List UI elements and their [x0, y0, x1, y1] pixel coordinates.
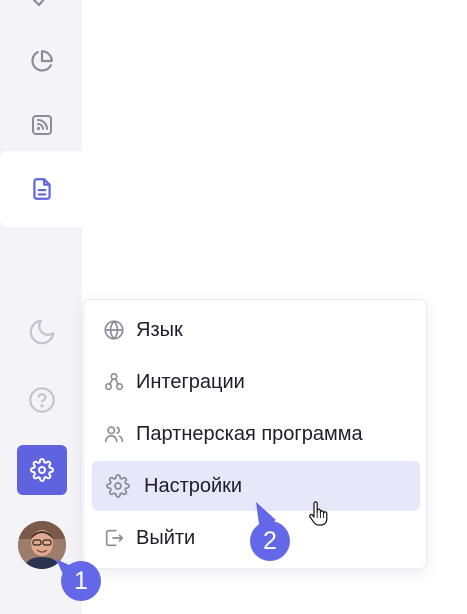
menu-item-label: Интеграции [136, 370, 245, 393]
menu-item-integrations[interactable]: Интеграции [92, 359, 420, 405]
globe-icon [92, 319, 136, 341]
menu-item-language[interactable]: Язык [92, 307, 420, 353]
menu-item-label: Язык [136, 318, 183, 341]
partners-icon [92, 423, 136, 445]
integrations-icon [92, 371, 136, 393]
document-icon [33, 178, 51, 200]
step-2-badge: 2 [250, 521, 290, 561]
gear-icon [30, 458, 54, 482]
rss-feed-icon[interactable] [17, 100, 67, 150]
settings-button[interactable] [17, 445, 67, 495]
sidebar-item-documents[interactable] [0, 151, 84, 227]
moon-icon[interactable] [17, 307, 67, 357]
menu-item-label: Партнерская программа [136, 422, 363, 445]
menu-item-partner-program[interactable]: Партнерская программа [92, 411, 420, 457]
menu-item-label: Настройки [144, 474, 243, 497]
pie-chart-icon[interactable] [17, 36, 67, 86]
logout-icon [92, 527, 136, 549]
sidebar [0, 0, 84, 614]
hand-cursor-icon [309, 501, 328, 526]
gear-icon [92, 474, 144, 498]
checkmark-icon[interactable] [17, 0, 67, 25]
step-1-badge: 1 [61, 561, 101, 601]
menu-item-label: Выйти [136, 526, 196, 549]
help-circle-icon[interactable] [17, 375, 67, 425]
